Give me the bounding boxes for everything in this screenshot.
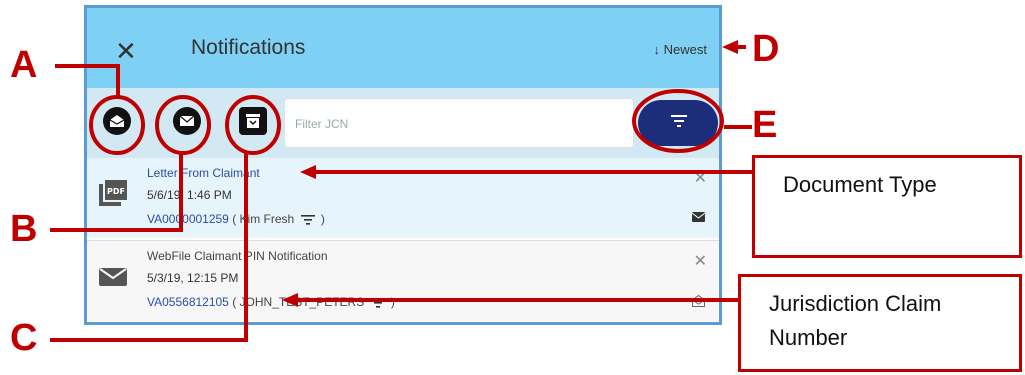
annotation-label-c: C bbox=[10, 317, 38, 359]
highlight-c bbox=[225, 95, 281, 155]
arrowhead-jcn bbox=[282, 293, 298, 307]
callout-text: Jurisdiction Claim Number bbox=[769, 291, 942, 350]
highlight-a bbox=[89, 95, 145, 155]
arrowhead-d bbox=[722, 40, 738, 54]
callout-text: Document Type bbox=[783, 172, 937, 197]
annotation-label-e: E bbox=[752, 104, 778, 146]
annotation-label-b: B bbox=[10, 208, 38, 250]
pointer-b bbox=[50, 153, 183, 232]
arrowhead-document-type bbox=[300, 165, 316, 179]
callout-jurisdiction-claim-number: Jurisdiction Claim Number bbox=[738, 274, 1022, 372]
pointer-c bbox=[50, 153, 248, 342]
highlight-b bbox=[155, 95, 211, 155]
pointer-a bbox=[55, 64, 120, 97]
annotation-label-d: D bbox=[752, 28, 780, 70]
callout-document-type: Document Type bbox=[752, 155, 1022, 258]
highlight-e bbox=[632, 89, 724, 153]
annotation-label-a: A bbox=[10, 44, 38, 86]
